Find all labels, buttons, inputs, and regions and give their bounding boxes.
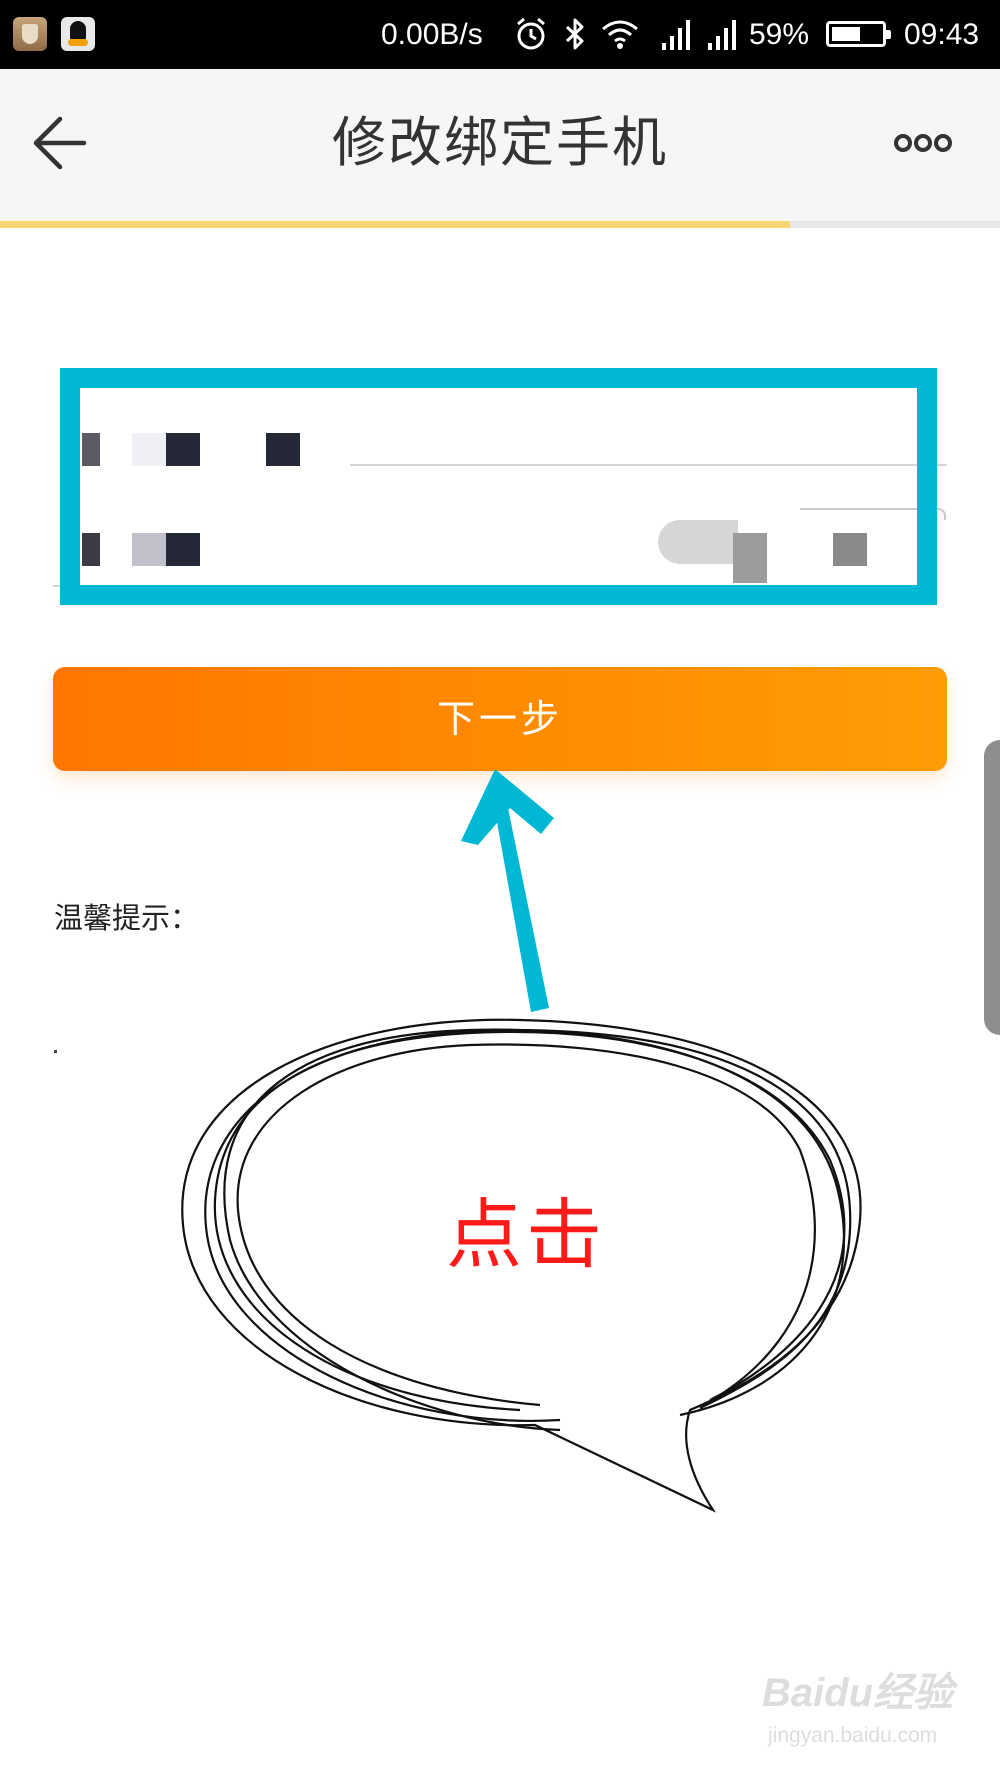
arrow-up-icon bbox=[461, 769, 554, 1012]
watermark-brand: Baidu经验 bbox=[762, 1671, 954, 1715]
click-annotation-label: 点击 bbox=[446, 1190, 606, 1279]
baidu-watermark: Baidu经验 jingyan.baidu.com bbox=[762, 1668, 962, 1758]
watermark-url: jingyan.baidu.com bbox=[768, 1724, 938, 1747]
annotation-layer bbox=[181, 769, 862, 1513]
